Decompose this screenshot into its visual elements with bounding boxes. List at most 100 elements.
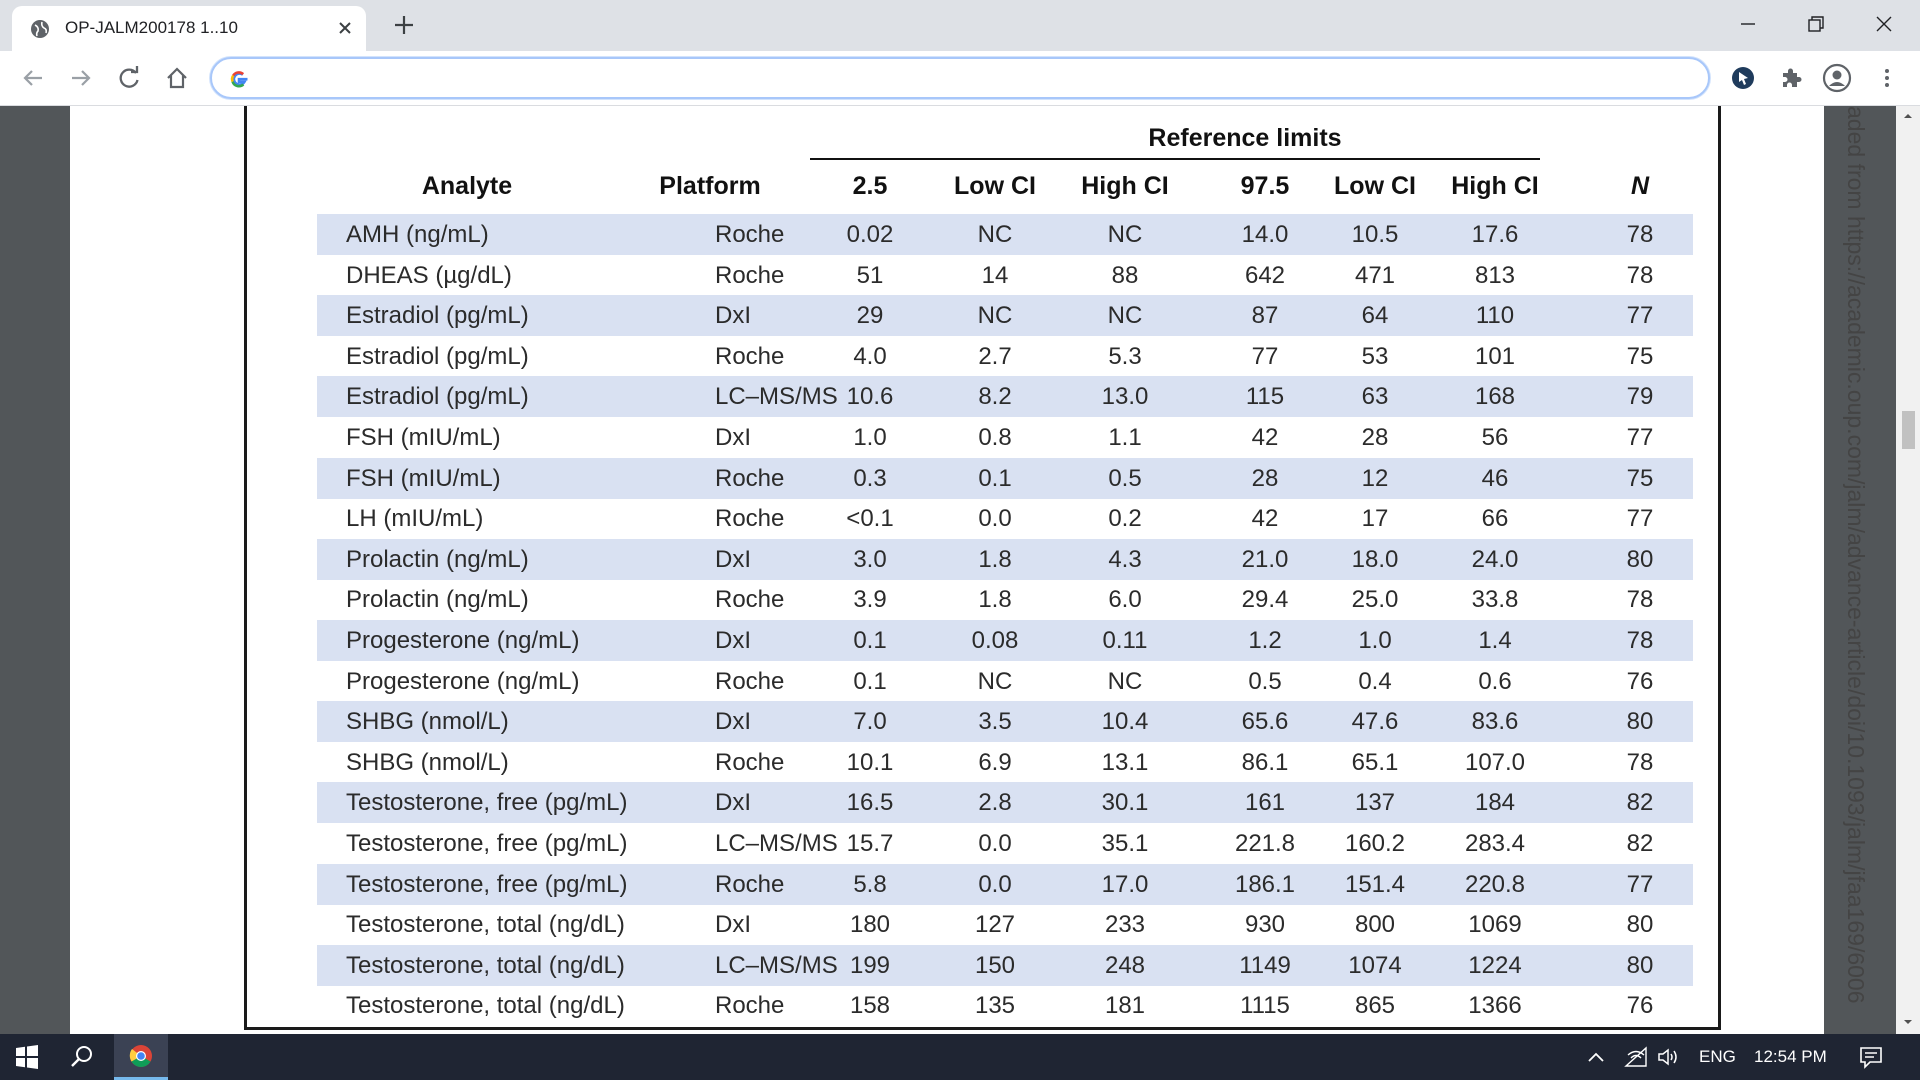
cell-high-ci-2: 1366: [1468, 992, 1522, 1020]
tab-title: OP-JALM200178 1..10: [65, 18, 238, 37]
cell-p97-5: 87: [1251, 302, 1279, 330]
cell-n: 76: [1626, 992, 1654, 1020]
cell-high-ci-2: 107.0: [1464, 748, 1526, 776]
cell-p97-5: 14.0: [1241, 221, 1289, 248]
cell-p97-5: 221.8: [1234, 830, 1296, 857]
cell-low-ci-1: 0.8: [978, 424, 1012, 451]
cell-analyte: SHBG (nmol/L): [346, 748, 509, 776]
tab-strip: OP-JALM200178 1..10: [0, 0, 1920, 51]
chrome-taskbar-button[interactable]: [114, 1034, 168, 1080]
forward-icon[interactable]: [66, 63, 96, 93]
cell-p2-5: 10.6: [846, 383, 894, 411]
browser-tab[interactable]: OP-JALM200178 1..10: [12, 6, 366, 51]
minimize-icon[interactable]: [1732, 8, 1764, 40]
address-input[interactable]: [264, 67, 1684, 91]
cell-analyte: Testosterone, free (pg/mL): [346, 789, 628, 817]
search-icon[interactable]: [54, 1034, 108, 1080]
cell-platform: Roche: [715, 870, 785, 898]
cell-p97-5: 1149: [1239, 951, 1291, 979]
cell-n: 82: [1626, 789, 1654, 817]
cell-n: 76: [1626, 667, 1654, 695]
notifications-icon[interactable]: [1858, 1044, 1884, 1070]
extension-cursor-icon[interactable]: [1728, 63, 1758, 93]
cell-high-ci-2: 184: [1474, 789, 1516, 817]
extensions-icon[interactable]: [1776, 63, 1806, 93]
scrollbar[interactable]: [1896, 106, 1920, 1034]
new-tab-icon[interactable]: [391, 12, 417, 38]
clock[interactable]: 12:54 PM: [1754, 1047, 1827, 1067]
cell-high-ci-2: 66: [1481, 505, 1509, 533]
table-row: Estradiol (pg/mL) DxI 29 NC NC 87 64 110 77: [317, 295, 1693, 337]
table-row: Prolactin (ng/mL) DxI 3.0 1.8 4.3 21.0 18.0 24.…: [317, 538, 1693, 580]
cell-n: 77: [1626, 302, 1654, 330]
cell-n: 80: [1626, 911, 1654, 939]
cell-high-ci-1: 13.0: [1101, 383, 1149, 411]
cell-platform: DxI: [715, 302, 751, 330]
cell-high-ci-2: 101: [1474, 342, 1516, 370]
table-row: Testosterone, total (ng/dL) Roche 158 135 18…: [317, 985, 1693, 1026]
cell-p2-5: 5.8: [853, 870, 887, 898]
windows-start-icon[interactable]: [0, 1034, 54, 1080]
network-icon[interactable]: [1624, 1046, 1648, 1068]
cell-p97-5: 86.1: [1241, 748, 1289, 776]
cell-p97-5: 77: [1251, 342, 1279, 370]
address-bar[interactable]: [210, 57, 1710, 99]
cell-low-ci-1: 135: [974, 992, 1016, 1020]
language-indicator[interactable]: ENG: [1699, 1047, 1736, 1067]
cell-platform: DxI: [715, 708, 751, 736]
cell-low-ci-1: 0.1: [978, 464, 1012, 492]
reload-icon[interactable]: [114, 63, 144, 93]
cell-low-ci-1: 2.7: [978, 342, 1012, 370]
cell-high-ci-1: 30.1: [1101, 789, 1149, 817]
column-header-p2-5: 2.5: [852, 172, 888, 200]
close-window-icon[interactable]: [1868, 8, 1900, 40]
cell-n: 80: [1626, 951, 1654, 979]
cell-high-ci-2: 1069: [1468, 911, 1522, 939]
cell-n: 78: [1626, 221, 1654, 248]
cell-p2-5: 29: [856, 302, 884, 330]
cell-n: 78: [1626, 261, 1654, 289]
cell-high-ci-2: 283.4: [1464, 830, 1526, 857]
cell-p97-5: 642: [1244, 261, 1286, 289]
profile-avatar-icon[interactable]: [1822, 63, 1852, 93]
table-row: SHBG (nmol/L) DxI 7.0 3.5 10.4 65.6 47.6 83.6 80: [317, 701, 1693, 743]
home-icon[interactable]: [162, 63, 192, 93]
table-row: Progesterone (ng/mL) DxI 0.1 0.08 0.11 1.2 1.0…: [317, 620, 1693, 661]
cell-platform: Roche: [715, 505, 785, 533]
restore-icon[interactable]: [1800, 8, 1832, 40]
menu-kebab-icon[interactable]: [1872, 63, 1902, 93]
column-header-p97-5: 97.5: [1240, 172, 1290, 200]
cell-n: 75: [1626, 342, 1654, 370]
cell-n: 79: [1626, 383, 1654, 411]
cell-low-ci-1: NC: [977, 302, 1013, 330]
cell-platform: DxI: [715, 545, 751, 573]
google-icon: [230, 71, 248, 88]
cell-p2-5: 3.9: [853, 586, 887, 614]
scroll-thumb[interactable]: [1902, 411, 1915, 449]
cell-high-ci-1: 181: [1104, 992, 1146, 1020]
cell-n: 78: [1626, 748, 1654, 776]
cell-high-ci-2: 46: [1481, 464, 1509, 492]
scroll-up-icon[interactable]: [1902, 110, 1914, 122]
cell-high-ci-1: 248: [1104, 951, 1146, 979]
cell-low-ci-1: 8.2: [978, 383, 1012, 411]
cell-p2-5: 0.3: [853, 464, 887, 492]
cell-high-ci-1: 1.1: [1108, 424, 1142, 451]
cell-platform: Roche: [715, 221, 785, 248]
close-tab-icon[interactable]: [334, 17, 356, 39]
cell-p97-5: 1.2: [1248, 627, 1282, 654]
back-icon[interactable]: [18, 63, 48, 93]
cell-platform: Roche: [715, 261, 785, 289]
cell-analyte: Prolactin (ng/mL): [346, 545, 529, 573]
taskbar: ENG 12:54 PM: [0, 1034, 1920, 1080]
scroll-down-icon[interactable]: [1902, 1016, 1914, 1028]
column-header-low-ci-1: Low CI: [954, 172, 1036, 200]
cell-analyte: Testosterone, total (ng/dL): [346, 911, 625, 939]
table-row: AMH (ng/mL) Roche 0.02 NC NC 14.0 10.5 17.6 78: [317, 214, 1693, 255]
column-header-high-ci-2: High CI: [1451, 172, 1539, 200]
cell-n: 80: [1626, 545, 1654, 573]
cell-analyte: FSH (mIU/mL): [346, 424, 501, 451]
volume-icon[interactable]: [1656, 1046, 1682, 1068]
cell-low-ci-1: NC: [977, 667, 1013, 695]
chevron-up-icon[interactable]: [1585, 1047, 1607, 1067]
